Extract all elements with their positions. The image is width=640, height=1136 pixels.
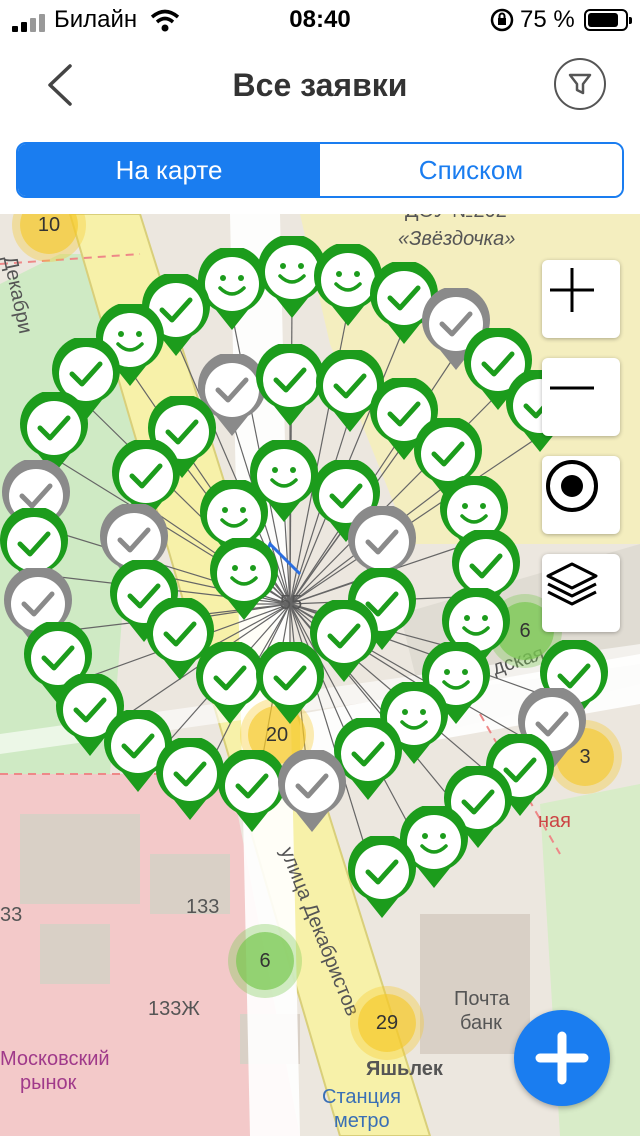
battery-icon xyxy=(584,9,632,31)
done-request-marker[interactable] xyxy=(254,642,326,726)
map-label-yashlek: Яшьлек xyxy=(366,1058,443,1080)
map-label-market-2: рынок xyxy=(20,1072,77,1094)
zoom-in-button[interactable] xyxy=(542,260,620,338)
map-label-kindergarten-name: «Звёздочка» xyxy=(398,228,516,250)
map-label-kindergarten-num: ДОУ №202 xyxy=(405,214,507,223)
minus-icon xyxy=(550,386,594,390)
battery-percent: 75 % xyxy=(520,6,575,33)
map-label-metro-2: метро xyxy=(334,1110,390,1132)
layers-button[interactable] xyxy=(542,554,620,632)
map-label-building-33: 33 xyxy=(0,904,23,926)
zoom-out-button[interactable] xyxy=(542,358,620,436)
map-view[interactable]: ДОУ №202 «Звёздочка» Декабри улица Декаб… xyxy=(0,214,640,1136)
orientation-lock-icon xyxy=(490,8,514,32)
pending-request-marker[interactable] xyxy=(276,750,348,834)
map-label-post: Почта xyxy=(454,988,510,1010)
map-label-bank: банк xyxy=(460,1012,502,1034)
locate-button[interactable] xyxy=(542,456,620,534)
cluster-marker[interactable]: 29 xyxy=(358,994,416,1052)
map-label-building-133zh: 133Ж xyxy=(148,998,200,1020)
map-label-market-1: Московский xyxy=(0,1048,110,1070)
page-title: Все заявки xyxy=(232,67,408,103)
done-request-marker[interactable] xyxy=(346,836,418,920)
tab-list[interactable]: Списком xyxy=(320,144,622,196)
status-bar: Билайн 08:40 75 % xyxy=(0,0,640,40)
navigation-bar: Все заявки xyxy=(0,40,640,130)
locate-icon xyxy=(546,460,598,512)
cluster-marker[interactable]: 6 xyxy=(236,932,294,990)
map-label-building-133: 133 xyxy=(186,896,220,918)
tab-on-map[interactable]: На карте xyxy=(18,144,320,196)
cluster-center-count: 55 xyxy=(280,592,303,614)
filter-icon xyxy=(568,73,592,95)
add-request-button[interactable] xyxy=(514,1010,610,1106)
view-mode-switch: На карте Списком xyxy=(16,142,624,198)
filter-button[interactable] xyxy=(554,58,606,110)
smile-request-marker[interactable] xyxy=(208,538,280,622)
plus-icon xyxy=(535,1031,589,1085)
plus-icon xyxy=(550,268,594,312)
layers-icon xyxy=(546,562,598,606)
map-label-metro-1: Станция xyxy=(322,1086,402,1108)
